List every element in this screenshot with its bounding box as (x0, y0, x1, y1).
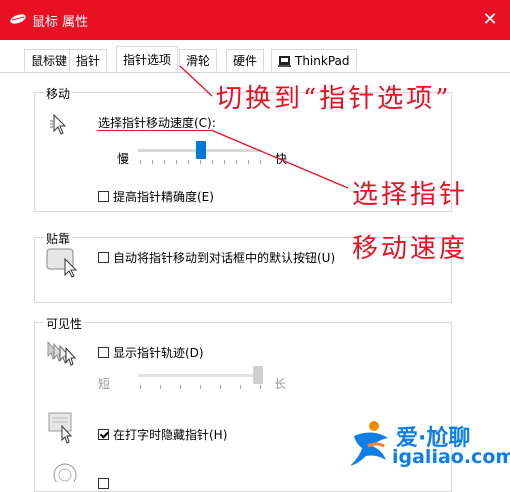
annotation-select-speed-2: 移动速度 (352, 234, 469, 264)
annotation-select-speed-1: 选择指针 (352, 180, 469, 210)
tab-label: 指针选项 (123, 53, 172, 67)
tab-pointer-options[interactable]: 指针选项 (116, 46, 179, 72)
watermark-url: igaliao.com (392, 446, 510, 468)
site-logo-icon (348, 418, 396, 470)
annotation-switch-tab: 切换到“指针选项” (216, 84, 452, 114)
